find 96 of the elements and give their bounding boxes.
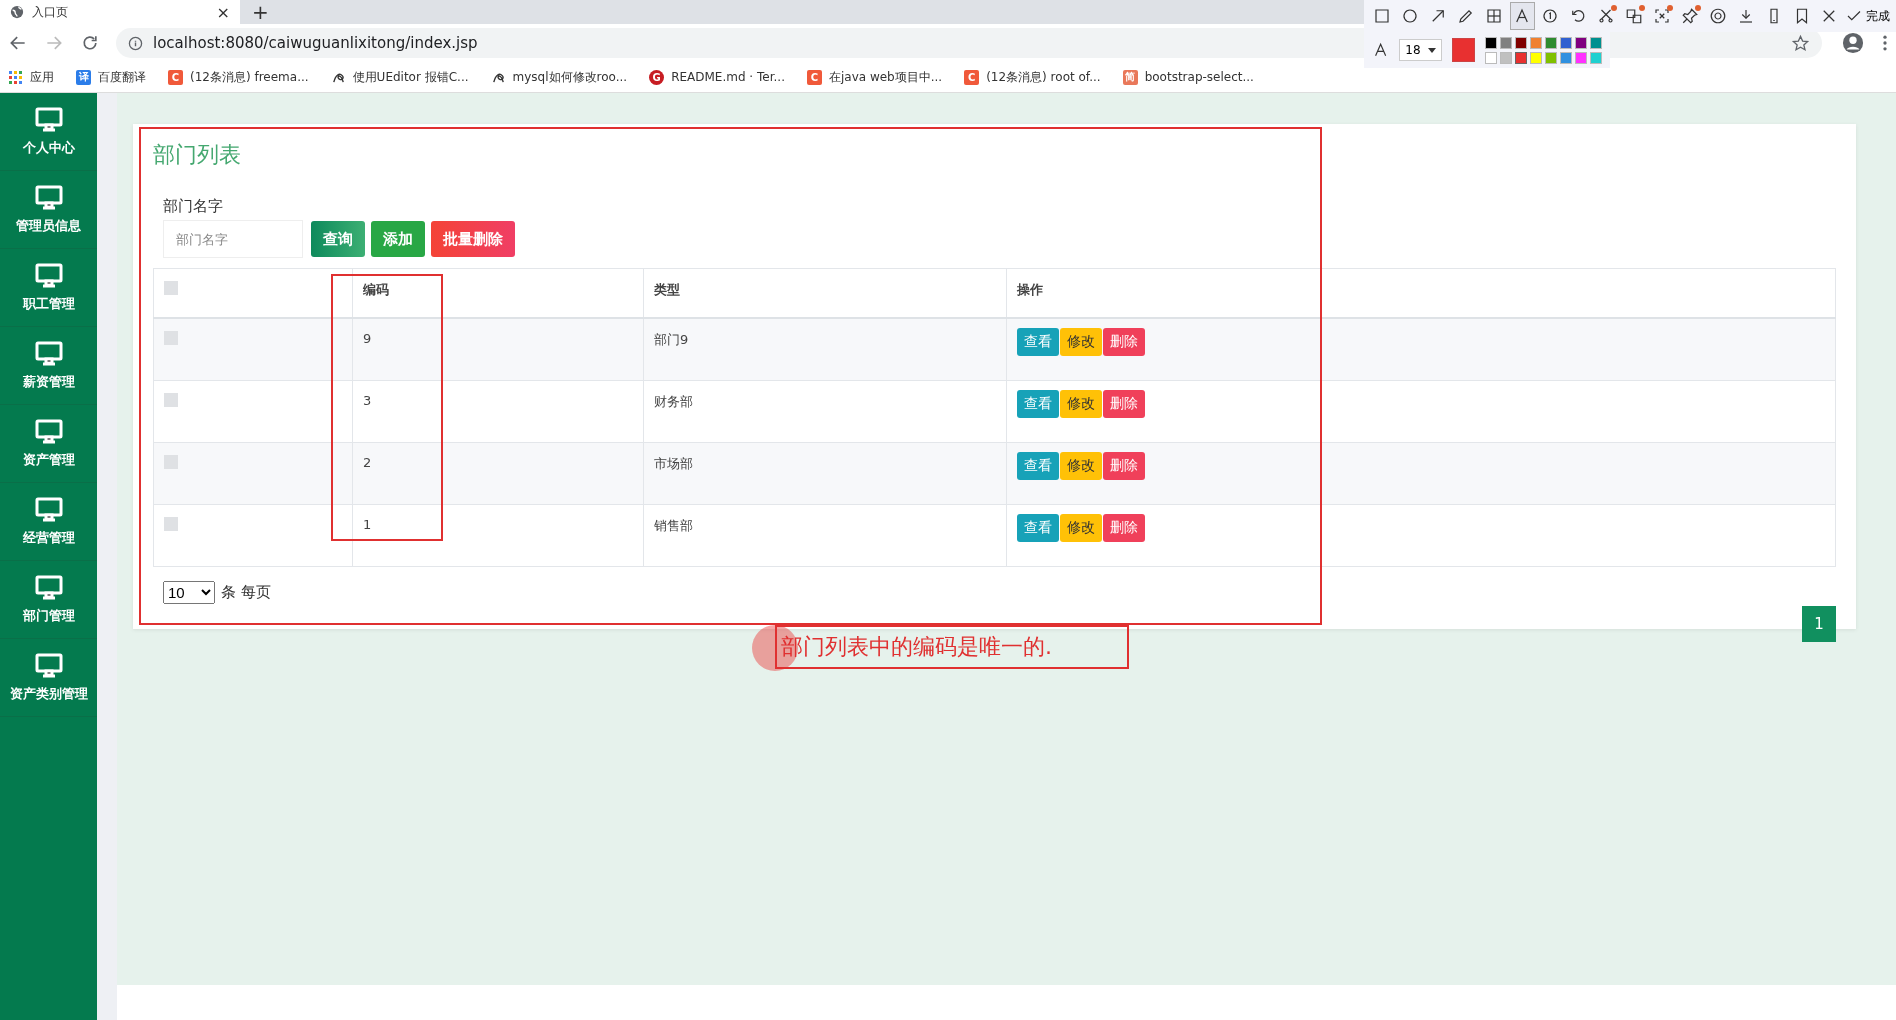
row-checkbox[interactable] [164, 331, 178, 345]
record-icon [1708, 7, 1727, 25]
bookmark[interactable]: C (12条消息) freema... [168, 68, 309, 86]
monitor-icon [34, 652, 63, 679]
apps-grid-icon [8, 69, 23, 85]
monitor-icon [34, 184, 63, 211]
row-action-button[interactable]: 查看 [1017, 390, 1059, 418]
bookmark[interactable]: C (12条消息) root of... [964, 68, 1101, 86]
new-tab-button[interactable]: + [240, 0, 281, 24]
pin-icon [1680, 7, 1699, 25]
row-checkbox[interactable] [164, 517, 178, 531]
table-cell: 9 [352, 318, 644, 381]
profile-icon[interactable] [1842, 32, 1864, 54]
row-action-button[interactable]: 删除 [1103, 514, 1145, 542]
action-button[interactable]: 批量删除 [431, 221, 515, 257]
bookmark[interactable]: 简 bootstrap-select... [1122, 69, 1254, 85]
number-icon [1541, 7, 1560, 25]
row-action-button[interactable]: 删除 [1103, 452, 1145, 480]
menu-icon[interactable] [1882, 33, 1888, 53]
site-icon: 简 [1122, 69, 1138, 85]
row-action-button[interactable]: 修改 [1060, 514, 1102, 542]
rectangle-icon [1373, 7, 1392, 25]
bookmark[interactable]: 使用UEditor 报错C... [330, 68, 469, 86]
color-swatch[interactable] [1515, 51, 1527, 64]
action-button[interactable]: 查询 [311, 221, 365, 257]
color-swatch[interactable] [1515, 36, 1527, 49]
site-icon: C [806, 69, 822, 85]
monitor-icon [34, 106, 63, 133]
color-swatch[interactable] [1575, 36, 1587, 49]
color-swatch[interactable] [1590, 36, 1602, 49]
table-cell: 销售部 [643, 504, 1007, 567]
monitor-icon [34, 262, 63, 289]
bookmark[interactable]: 译 百度翻译 [76, 68, 146, 86]
color-swatch[interactable] [1530, 51, 1542, 64]
table-cell: 2 [352, 442, 644, 505]
table-cell: 部门9 [643, 318, 1007, 381]
page-size-select[interactable]: 10 [163, 581, 215, 604]
row-action-button[interactable]: 删除 [1103, 328, 1145, 356]
site-icon: C [168, 69, 183, 85]
reload-icon[interactable] [80, 33, 100, 53]
row-action-button[interactable]: 删除 [1103, 390, 1145, 418]
site-icon: C [964, 69, 980, 85]
row-checkbox[interactable] [164, 393, 178, 407]
page-button[interactable]: 1 [1802, 606, 1836, 642]
bookmark[interactable]: C 在java web项目中... [806, 68, 943, 86]
table-cell: 财务部 [643, 380, 1007, 443]
color-swatch[interactable] [1575, 51, 1587, 64]
mosaic-icon [1485, 7, 1504, 25]
color-swatch[interactable] [1560, 36, 1572, 49]
ocr-icon [1652, 7, 1671, 25]
page-size-label: 条 每页 [221, 583, 271, 602]
info-icon [128, 35, 143, 51]
action-button[interactable]: 添加 [371, 221, 425, 257]
bookmark[interactable]: mysql如何修改roo... [490, 68, 628, 86]
row-action-button[interactable]: 修改 [1060, 390, 1102, 418]
row-action-button[interactable]: 查看 [1017, 514, 1059, 542]
field-label: 部门名字 [163, 197, 224, 216]
color-swatch[interactable] [1485, 36, 1497, 49]
star-icon[interactable] [1791, 33, 1810, 53]
search-field[interactable]: 部门名字 [163, 220, 303, 258]
site-icon: 译 [76, 69, 91, 85]
done-button[interactable]: 完成 [1844, 7, 1890, 25]
monitor-icon [34, 418, 63, 445]
site-icon: G [649, 69, 665, 85]
color-swatch[interactable] [1500, 36, 1512, 49]
bookmark[interactable]: G README.md · Ter... [649, 69, 785, 85]
monitor-icon [34, 574, 63, 601]
row-action-button[interactable]: 查看 [1017, 328, 1059, 356]
table-cell: 1 [352, 504, 644, 567]
font-size-select[interactable]: 18 [1399, 39, 1442, 61]
color-swatch[interactable] [1530, 36, 1542, 49]
globe-icon [10, 5, 24, 19]
row-action-button[interactable]: 查看 [1017, 452, 1059, 480]
tool-button[interactable] [1509, 2, 1535, 30]
row-checkbox[interactable] [164, 455, 178, 469]
tab-close-button[interactable]: × [216, 2, 230, 22]
monitor-icon [34, 496, 63, 523]
row-action-button[interactable]: 修改 [1060, 328, 1102, 356]
select-all-checkbox[interactable] [164, 281, 178, 295]
caret-icon [1427, 47, 1436, 53]
monitor-icon [34, 340, 63, 367]
color-swatch[interactable] [1545, 36, 1557, 49]
color-swatch[interactable] [1485, 51, 1497, 64]
table-cell: 市场部 [643, 442, 1007, 505]
bookmark[interactable]: 应用 [8, 68, 54, 86]
tab-title: 入口页 [32, 3, 69, 21]
translate-icon [1624, 7, 1643, 25]
color-swatch[interactable] [1590, 51, 1602, 64]
panel-title: 部门列表 [153, 141, 242, 169]
url-text: localhost:8080/caiwuguanlixitong/index.jsp [153, 34, 478, 52]
row-action-button[interactable]: 修改 [1060, 452, 1102, 480]
scissors-icon [1596, 7, 1615, 25]
color-swatch[interactable] [1545, 51, 1557, 64]
color-swatch[interactable] [1560, 51, 1572, 64]
color-swatch[interactable] [1500, 51, 1512, 64]
table-cell: 3 [352, 380, 644, 443]
